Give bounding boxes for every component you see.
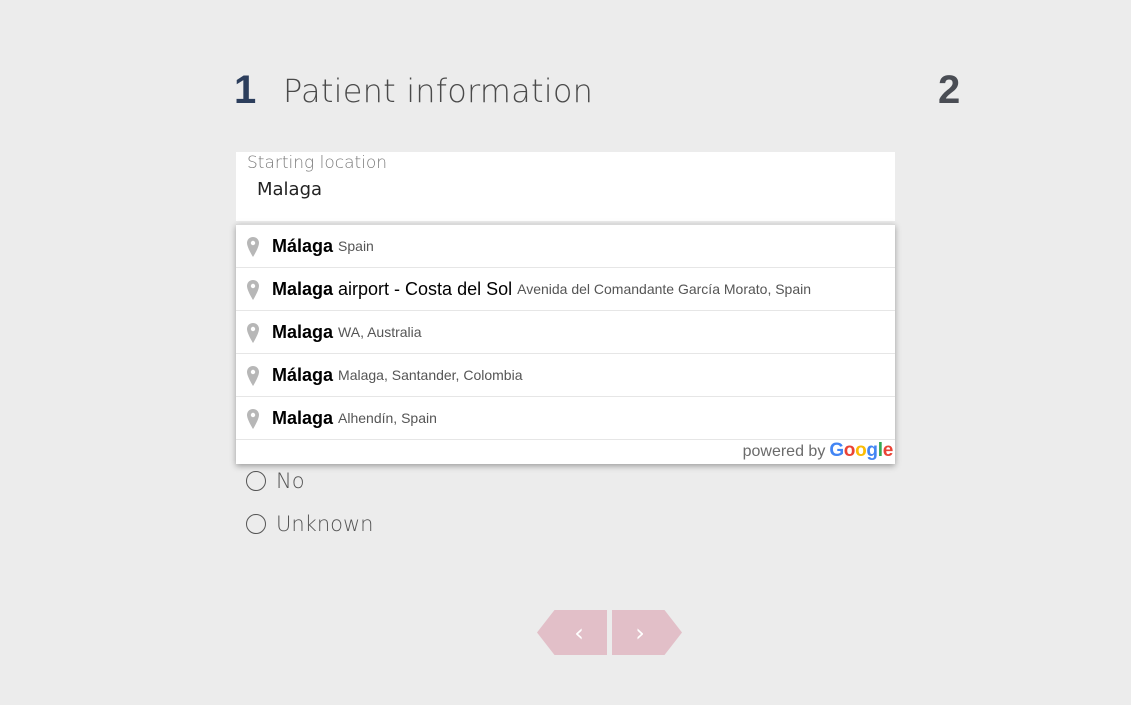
google-letter: g xyxy=(866,440,878,461)
radio-button[interactable] xyxy=(246,514,266,534)
suggestion-item[interactable]: Malaga Alhendín, Spain xyxy=(236,397,895,440)
map-pin-icon xyxy=(247,323,259,343)
suggestion-secondary: Avenida del Comandante García Morato, Sp… xyxy=(517,281,812,297)
suggestion-secondary: WA, Australia xyxy=(338,324,422,340)
radio-label: No xyxy=(276,469,305,493)
radio-option-no[interactable]: No xyxy=(246,469,305,493)
suggestion-item[interactable]: Malaga airport - Costa del Sol Avenida d… xyxy=(236,268,895,311)
radio-button[interactable] xyxy=(246,471,266,491)
map-pin-icon xyxy=(247,409,259,429)
starting-location-field: Starting location xyxy=(236,152,895,221)
suggestion-secondary: Malaga, Santander, Colombia xyxy=(338,367,523,383)
starting-location-input[interactable] xyxy=(247,176,877,202)
suggestion-main-text: Málaga xyxy=(272,365,333,386)
map-pin-icon xyxy=(247,237,259,257)
powered-by-label: powered by xyxy=(742,443,826,460)
powered-by-google: powered by Google xyxy=(742,440,894,462)
radio-option-unknown[interactable]: Unknown xyxy=(246,512,373,536)
suggestion-match: Malaga xyxy=(272,278,334,299)
suggestion-main-text: Malaga airport - Costa del Sol xyxy=(272,279,512,300)
map-pin-icon xyxy=(247,280,259,300)
google-letter: e xyxy=(882,440,894,461)
suggestion-secondary: Spain xyxy=(338,238,374,254)
suggestion-match: Malaga xyxy=(272,321,334,342)
google-letter: G xyxy=(829,440,844,461)
radio-label: Unknown xyxy=(276,512,374,536)
autocomplete-dropdown: Málaga Spain Malaga airport - Costa del … xyxy=(236,224,895,464)
chevron-right-icon: › xyxy=(635,618,645,647)
google-letter: o xyxy=(843,440,856,461)
suggestion-main-text: Malaga xyxy=(272,408,333,429)
suggestion-main-text: Malaga xyxy=(272,322,333,343)
suggestion-item[interactable]: Málaga Malaga, Santander, Colombia xyxy=(236,354,895,397)
suggestion-match: Málaga xyxy=(272,235,334,256)
starting-location-label: Starting location xyxy=(247,153,388,173)
suggestion-item[interactable]: Málaga Spain xyxy=(236,225,895,268)
suggestion-item[interactable]: Malaga WA, Australia xyxy=(236,311,895,354)
previous-button[interactable]: ‹ xyxy=(537,610,607,655)
suggestion-match: Malaga xyxy=(272,407,334,428)
google-letter: o xyxy=(855,440,867,461)
map-pin-icon xyxy=(247,366,259,386)
suggestion-main-text: Málaga xyxy=(272,236,333,257)
suggestion-secondary: Alhendín, Spain xyxy=(338,410,437,426)
current-step-number: 1 xyxy=(234,68,257,112)
next-step-number[interactable]: 2 xyxy=(938,70,960,110)
suggestion-rest: airport - Costa del Sol xyxy=(333,278,513,299)
page-title: Patient information xyxy=(283,72,594,110)
suggestion-match: Málaga xyxy=(272,364,334,385)
chevron-left-icon: ‹ xyxy=(574,618,584,647)
google-logo: Google xyxy=(829,440,893,462)
next-button[interactable]: › xyxy=(612,610,682,655)
